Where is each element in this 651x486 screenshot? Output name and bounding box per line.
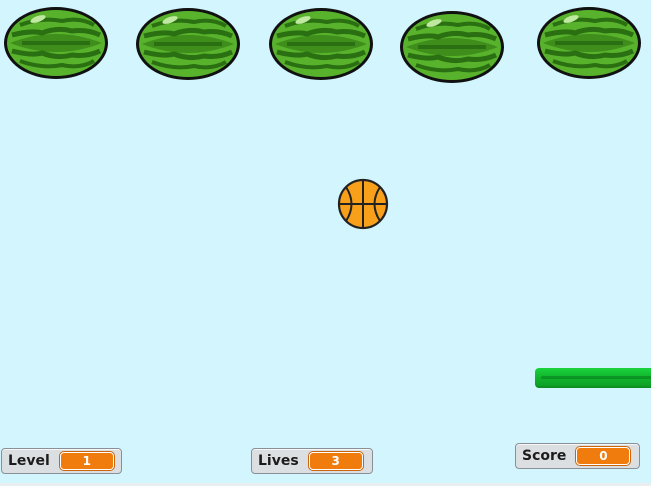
- watermelon-brick-5: [535, 5, 643, 81]
- watermelon-icon: [4, 7, 108, 79]
- level-monitor: Level 1: [1, 448, 122, 474]
- watermelon-icon: [269, 8, 373, 80]
- watermelon-brick-4: [398, 9, 506, 85]
- watermelon-brick-2: [134, 6, 242, 82]
- basketball-ball: [337, 178, 389, 230]
- paddle[interactable]: [535, 368, 651, 388]
- game-stage[interactable]: Level 1 Lives 3 Score 0: [0, 0, 651, 486]
- score-label: Score: [522, 448, 567, 464]
- watermelon-icon: [400, 11, 504, 83]
- level-value: 1: [59, 452, 114, 470]
- lives-label: Lives: [258, 453, 299, 469]
- score-monitor: Score 0: [515, 443, 640, 469]
- watermelon-icon: [537, 7, 641, 79]
- watermelon-icon: [136, 8, 240, 80]
- watermelon-brick-3: [267, 6, 375, 82]
- score-value: 0: [576, 447, 631, 465]
- level-label: Level: [8, 453, 50, 469]
- lives-value: 3: [308, 452, 363, 470]
- watermelon-brick-1: [2, 5, 110, 81]
- basketball-icon: [337, 178, 389, 230]
- lives-monitor: Lives 3: [251, 448, 373, 474]
